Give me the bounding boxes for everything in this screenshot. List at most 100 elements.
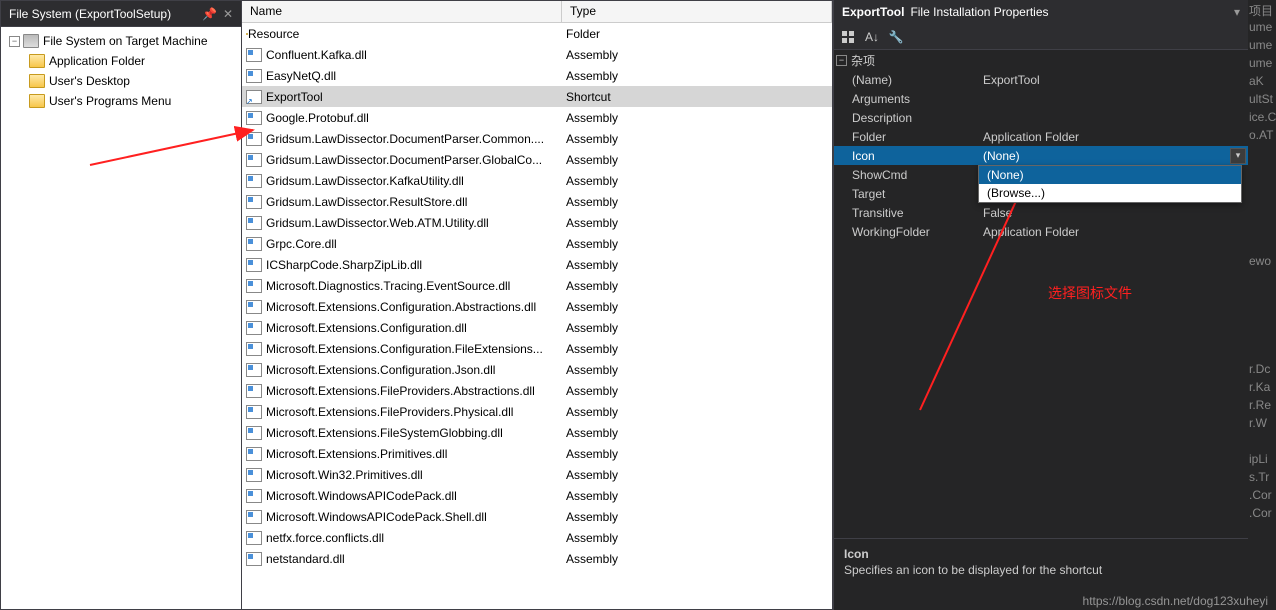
asm-icon (246, 363, 262, 377)
chevron-down-icon[interactable]: ▾ (1234, 5, 1240, 19)
property-row[interactable]: Description (834, 108, 1248, 127)
file-type: Assembly (562, 468, 832, 482)
property-row[interactable]: (Name)ExportTool (834, 70, 1248, 89)
property-row[interactable]: Icon(None)▾ (834, 146, 1248, 165)
file-row[interactable]: Google.Protobuf.dllAssembly (242, 107, 832, 128)
categorized-icon[interactable] (838, 27, 858, 47)
tree-root[interactable]: − File System on Target Machine (1, 31, 241, 51)
file-row[interactable]: Microsoft.WindowsAPICodePack.Shell.dll As… (242, 506, 832, 527)
property-row[interactable]: Arguments (834, 89, 1248, 108)
file-type: Assembly (562, 216, 832, 230)
file-row[interactable]: netstandard.dllAssembly (242, 548, 832, 569)
property-value[interactable]: (None) (979, 149, 1230, 163)
asm-icon (246, 552, 262, 566)
file-row[interactable]: Microsoft.Extensions.FileProviders.Physi… (242, 401, 832, 422)
file-row[interactable]: Microsoft.WindowsAPICodePack.dllAssembly (242, 485, 832, 506)
strip-item: o.AT (1248, 126, 1276, 144)
icon-dropdown[interactable]: (None) (Browse...) (978, 165, 1242, 203)
file-row[interactable]: Gridsum.LawDissector.ResultStore.dllAsse… (242, 191, 832, 212)
file-type: Assembly (562, 237, 832, 251)
file-type: Assembly (562, 426, 832, 440)
file-row[interactable]: Microsoft.Extensions.Configuration.Json.… (242, 359, 832, 380)
file-name: Gridsum.LawDissector.DocumentParser.Glob… (266, 153, 542, 167)
file-name: Microsoft.Extensions.FileProviders.Physi… (266, 405, 513, 419)
file-row[interactable]: Gridsum.LawDissector.Web.ATM.Utility.dll… (242, 212, 832, 233)
strip-item: r.W (1248, 414, 1276, 432)
property-row[interactable]: WorkingFolderApplication Folder (834, 222, 1248, 241)
file-name: Microsoft.WindowsAPICodePack.Shell.dll (266, 510, 487, 524)
file-row[interactable]: Microsoft.Extensions.Primitives.dllAssem… (242, 443, 832, 464)
properties-title: ExportTool File Installation Properties … (834, 0, 1248, 24)
file-name: Gridsum.LawDissector.Web.ATM.Utility.dll (266, 216, 489, 230)
dropdown-item-browse[interactable]: (Browse...) (979, 184, 1241, 202)
grid-body[interactable]: ResourceFolderConfluent.Kafka.dllAssembl… (242, 23, 832, 609)
tree-item-users-programs-menu[interactable]: User's Programs Menu (1, 91, 241, 111)
property-grid[interactable]: − 杂项 (Name)ExportToolArgumentsDescriptio… (834, 50, 1248, 538)
file-type: Assembly (562, 510, 832, 524)
file-type: Assembly (562, 69, 832, 83)
asm-icon (246, 195, 262, 209)
column-header-type[interactable]: Type (562, 1, 832, 22)
file-row[interactable]: Microsoft.Diagnostics.Tracing.EventSourc… (242, 275, 832, 296)
file-list-panel: Name Type ResourceFolderConfluent.Kafka.… (242, 0, 833, 610)
file-row[interactable]: Microsoft.Extensions.FileSystemGlobbing.… (242, 422, 832, 443)
property-name: WorkingFolder (834, 225, 979, 239)
file-system-tree-panel: File System (ExportToolSetup) 📌 ✕ − File… (0, 0, 242, 610)
chevron-down-icon[interactable]: ▾ (1230, 148, 1246, 164)
strip-item: ultSt (1248, 90, 1276, 108)
tree-view[interactable]: − File System on Target Machine Applicat… (1, 27, 241, 609)
property-row[interactable]: TransitiveFalse (834, 203, 1248, 222)
file-row[interactable]: netfx.force.conflicts.dllAssembly (242, 527, 832, 548)
tree-item-users-desktop[interactable]: User's Desktop (1, 71, 241, 91)
grid-header: Name Type (242, 1, 832, 23)
strip-item (1248, 306, 1276, 324)
alphabetical-icon[interactable]: A↓ (862, 27, 882, 47)
property-value[interactable]: Application Folder (979, 225, 1248, 239)
strip-item (1248, 198, 1276, 216)
file-row[interactable]: Gridsum.LawDissector.DocumentParser.Glob… (242, 149, 832, 170)
property-category[interactable]: − 杂项 (834, 50, 1248, 70)
file-row[interactable]: Confluent.Kafka.dllAssembly (242, 44, 832, 65)
collapse-icon[interactable]: − (9, 36, 20, 47)
tree-item-label: User's Programs Menu (49, 94, 171, 108)
file-name: Grpc.Core.dll (266, 237, 337, 251)
file-row[interactable]: Gridsum.LawDissector.DocumentParser.Comm… (242, 128, 832, 149)
file-row[interactable]: Gridsum.LawDissector.KafkaUtility.dllAss… (242, 170, 832, 191)
file-row[interactable]: Microsoft.Extensions.Configuration.dllAs… (242, 317, 832, 338)
property-name: Description (834, 111, 979, 125)
column-header-name[interactable]: Name (242, 1, 562, 22)
wrench-icon[interactable]: 🔧 (886, 27, 906, 47)
property-name: Icon (834, 149, 979, 163)
collapse-icon[interactable]: − (836, 55, 847, 66)
file-row[interactable]: Microsoft.Extensions.Configuration.Abstr… (242, 296, 832, 317)
properties-toolbar: A↓ 🔧 (834, 24, 1248, 50)
file-row[interactable]: Microsoft.Extensions.Configuration.FileE… (242, 338, 832, 359)
strip-item: aK (1248, 72, 1276, 90)
file-row[interactable]: ExportToolShortcut (242, 86, 832, 107)
file-row[interactable]: Microsoft.Win32.Primitives.dllAssembly (242, 464, 832, 485)
pin-icon[interactable]: 📌 (202, 7, 217, 21)
strip-item (1248, 432, 1276, 450)
file-row[interactable]: Grpc.Core.dll Assembly (242, 233, 832, 254)
tree-item-application-folder[interactable]: Application Folder (1, 51, 241, 71)
file-name: Microsoft.Extensions.Configuration.dll (266, 321, 467, 335)
property-row[interactable]: FolderApplication Folder (834, 127, 1248, 146)
file-row[interactable]: Microsoft.Extensions.FileProviders.Abstr… (242, 380, 832, 401)
file-row[interactable]: EasyNetQ.dllAssembly (242, 65, 832, 86)
file-row[interactable]: ResourceFolder (242, 23, 832, 44)
dropdown-item-none[interactable]: (None) (979, 166, 1241, 184)
file-row[interactable]: ICSharpCode.SharpZipLib.dllAssembly (242, 254, 832, 275)
close-icon[interactable]: ✕ (223, 7, 233, 21)
strip-item: ipLi (1248, 450, 1276, 468)
tab-title: File System (ExportToolSetup) (9, 7, 196, 21)
file-type: Assembly (562, 405, 832, 419)
property-name: (Name) (834, 73, 979, 87)
property-value[interactable]: False (979, 206, 1248, 220)
file-type: Assembly (562, 342, 832, 356)
property-value[interactable]: ExportTool (979, 73, 1248, 87)
file-name: Google.Protobuf.dll (266, 111, 369, 125)
file-type: Assembly (562, 258, 832, 272)
asm-icon (246, 237, 262, 251)
help-name: Icon (844, 547, 1238, 561)
property-value[interactable]: Application Folder (979, 130, 1248, 144)
